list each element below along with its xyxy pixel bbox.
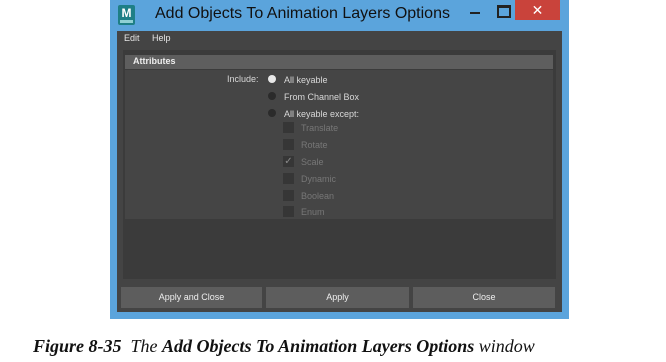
- maya-app-icon: M: [118, 5, 135, 25]
- close-icon: ✕: [531, 2, 544, 18]
- checkmark-icon: ✓: [284, 156, 293, 167]
- checkbox-scale-label: Scale: [301, 157, 324, 167]
- figure-caption: Figure 8-35 The Add Objects To Animation…: [33, 336, 535, 357]
- attributes-frame-header[interactable]: Attributes: [125, 55, 553, 69]
- apply-button[interactable]: Apply: [266, 287, 409, 308]
- maximize-icon: [497, 5, 511, 18]
- checkbox-enum[interactable]: [283, 206, 294, 217]
- close-button[interactable]: Close: [413, 287, 555, 308]
- attributes-frame: Include: All keyable From Channel Box Al…: [125, 70, 553, 219]
- window-title: Add Objects To Animation Layers Options: [155, 5, 450, 22]
- menu-bar: Edit Help: [117, 31, 562, 45]
- radio-all-keyable[interactable]: [268, 75, 276, 83]
- radio-from-channel-box[interactable]: [268, 92, 276, 100]
- radio-all-keyable-except[interactable]: [268, 109, 276, 117]
- minimize-icon: [470, 12, 480, 14]
- minimize-button[interactable]: [461, 0, 489, 20]
- checkbox-rotate[interactable]: [283, 139, 294, 150]
- caption-the: The: [130, 336, 158, 356]
- app-icon-letter: M: [121, 6, 132, 20]
- caption-window-name: Add Objects To Animation Layers Options: [162, 336, 475, 356]
- close-window-button[interactable]: ✕: [515, 0, 560, 20]
- options-window: M Add Objects To Animation Layers Option…: [110, 0, 569, 319]
- checkbox-dynamic-label: Dynamic: [301, 174, 337, 184]
- radio-all-keyable-label[interactable]: All keyable: [284, 75, 328, 85]
- title-bar[interactable]: M Add Objects To Animation Layers Option…: [110, 0, 569, 31]
- checkbox-scale[interactable]: ✓: [283, 156, 294, 167]
- checkbox-enum-label: Enum: [301, 207, 325, 217]
- checkbox-boolean-label: Boolean: [301, 191, 335, 201]
- options-panel: Attributes Include: All keyable From Cha…: [123, 50, 556, 279]
- checkbox-translate[interactable]: [283, 122, 294, 133]
- figure-number: Figure 8-35: [33, 336, 122, 356]
- checkbox-rotate-label: Rotate: [301, 140, 328, 150]
- maximize-button[interactable]: [489, 0, 517, 20]
- radio-from-channel-box-label[interactable]: From Channel Box: [284, 92, 359, 102]
- radio-all-keyable-except-label[interactable]: All keyable except:: [284, 109, 359, 119]
- attributes-header-label: Attributes: [133, 56, 176, 66]
- checkbox-boolean[interactable]: [283, 190, 294, 201]
- menu-help[interactable]: Help: [152, 33, 171, 43]
- apply-and-close-button[interactable]: Apply and Close: [121, 287, 262, 308]
- menu-edit[interactable]: Edit: [124, 33, 140, 43]
- checkbox-dynamic[interactable]: [283, 173, 294, 184]
- caption-suffix: window: [478, 336, 535, 356]
- window-client-area: Edit Help Attributes Include: All keyabl…: [117, 31, 562, 312]
- include-label: Include:: [227, 74, 259, 84]
- checkbox-translate-label: Translate: [301, 123, 339, 133]
